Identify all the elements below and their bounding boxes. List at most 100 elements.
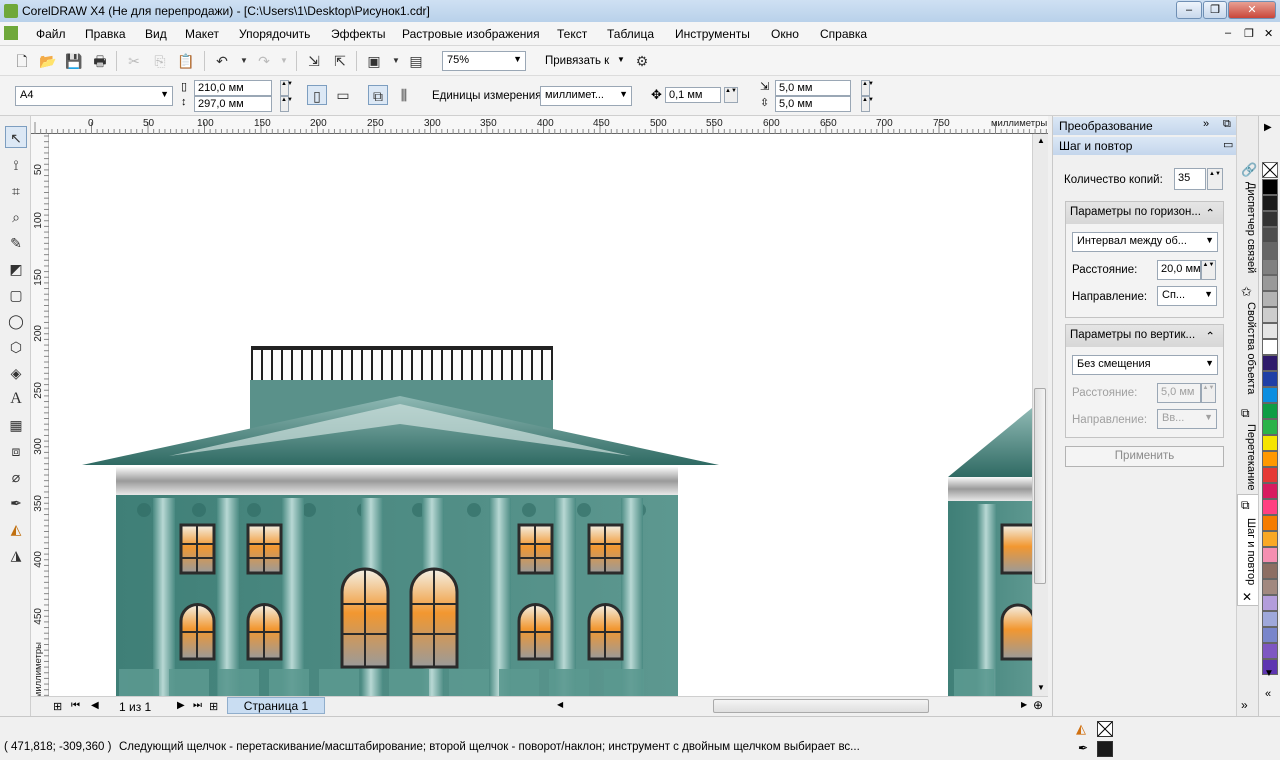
tab-link-manager[interactable]: Диспетчер связей (1239, 182, 1257, 273)
color-swatch[interactable] (1262, 403, 1278, 419)
close-button[interactable]: ✕ (1228, 1, 1276, 19)
interactive-blend-icon[interactable]: ⧈ (5, 440, 27, 462)
nudge-spinner[interactable]: ▲▼ (724, 87, 738, 103)
menu-view[interactable]: Вид (145, 27, 167, 41)
drawing-canvas[interactable] (49, 134, 1032, 696)
first-page-icon[interactable]: ⏮ (71, 700, 80, 711)
width-spinner[interactable]: ▲▼ (280, 80, 293, 96)
zoom-combo[interactable]: 75% ▼ (442, 51, 526, 71)
vertical-scrollbar[interactable]: ▲ ▼ (1032, 134, 1048, 696)
no-color-swatch[interactable] (1262, 162, 1278, 178)
tabs-close-icon[interactable]: ✕ (1242, 590, 1252, 604)
tab-step-repeat[interactable]: Шаг и повтор (1239, 518, 1257, 585)
welcome-screen-icon[interactable]: ▤ (406, 51, 426, 71)
scroll-down-icon[interactable]: ▼ (1037, 683, 1045, 692)
menu-help[interactable]: Справка (820, 27, 867, 41)
fill-tool-icon[interactable]: ◭ (5, 518, 27, 540)
navigator-icon[interactable]: ⊕ (1033, 698, 1043, 712)
open-icon[interactable]: 📂 (38, 51, 58, 71)
color-swatch[interactable] (1262, 515, 1278, 531)
v-distance-spinner[interactable]: ▲▼ (1201, 383, 1216, 403)
tab-blend[interactable]: Перетекание (1239, 424, 1257, 490)
scroll-up-icon[interactable]: ▲ (1037, 136, 1045, 145)
color-swatch[interactable] (1262, 531, 1278, 547)
undo-dropdown-icon[interactable]: ▼ (234, 51, 254, 71)
collapse-icon[interactable]: ⌃ (1205, 206, 1215, 220)
portrait-icon[interactable]: ▯ (307, 85, 327, 105)
table-tool-icon[interactable]: ▦ (5, 414, 27, 436)
vertical-ruler[interactable]: 50 100 150 200 250 300 350 400 450 милли… (31, 134, 49, 698)
vscroll-thumb[interactable] (1034, 388, 1046, 584)
v-distance-input[interactable]: 5,0 мм (1157, 383, 1201, 403)
crop-tool-icon[interactable]: ⌗ (5, 180, 27, 202)
palette-expand-icon[interactable]: « (1265, 688, 1271, 700)
polygon-tool-icon[interactable]: ⬡ (5, 336, 27, 358)
color-swatch[interactable] (1262, 547, 1278, 563)
options-icon[interactable]: ⚙ (632, 51, 652, 71)
add-page-after-icon[interactable]: ⊞ (209, 700, 218, 713)
vertical-group-title[interactable]: Параметры по вертик... ⌃ (1066, 325, 1223, 347)
color-swatch[interactable] (1262, 259, 1278, 275)
outline-swatch[interactable] (1097, 741, 1113, 757)
hscroll-right-icon[interactable]: ▶ (1021, 700, 1027, 709)
menu-arrange[interactable]: Упорядочить (239, 27, 310, 41)
tabs-expand-icon[interactable]: » (1241, 698, 1248, 712)
panel-minimize-icon[interactable]: ▭ (1223, 138, 1233, 151)
color-swatch[interactable] (1262, 195, 1278, 211)
color-swatch[interactable] (1262, 211, 1278, 227)
duplicate-x-input[interactable]: 5,0 мм (775, 80, 851, 96)
copies-input[interactable]: 35 (1174, 168, 1206, 190)
fill-swatch[interactable] (1097, 721, 1113, 737)
palette-scroll-down-icon[interactable]: ▼ (1264, 668, 1274, 679)
app-launcher-icon[interactable]: ▣ (364, 51, 384, 71)
menu-text[interactable]: Текст (557, 27, 587, 41)
dup-y-spinner[interactable]: ▲▼ (861, 96, 874, 112)
menu-effects[interactable]: Эффекты (331, 27, 386, 41)
palette-scroll-up-icon[interactable]: ▶ (1264, 122, 1272, 133)
color-swatch[interactable] (1262, 243, 1278, 259)
menu-layout[interactable]: Макет (185, 27, 219, 41)
hscroll-left-icon[interactable]: ◀ (557, 700, 563, 709)
landscape-icon[interactable]: ▭ (333, 85, 353, 105)
hscroll-thumb[interactable] (713, 699, 929, 713)
duplicate-y-input[interactable]: 5,0 мм (775, 96, 851, 112)
docker-expand-icon[interactable]: » (1203, 118, 1209, 130)
color-swatch[interactable] (1262, 307, 1278, 323)
h-direction-combo[interactable]: Сп... ▼ (1157, 286, 1217, 306)
color-swatch[interactable] (1262, 275, 1278, 291)
export-icon[interactable]: ⇱ (330, 51, 350, 71)
smart-fill-icon[interactable]: ◩ (5, 258, 27, 280)
menu-file[interactable]: Файл (36, 27, 66, 41)
color-swatch[interactable] (1262, 179, 1278, 195)
new-icon[interactable]: 🗋 (12, 51, 32, 71)
h-distance-input[interactable]: 20,0 мм (1157, 260, 1201, 280)
color-swatch[interactable] (1262, 355, 1278, 371)
color-swatch[interactable] (1262, 419, 1278, 435)
snap-to-button[interactable]: Привязать к (545, 55, 609, 67)
zoom-tool-icon[interactable]: ⌕ (5, 206, 27, 228)
print-icon[interactable]: 🖶 (90, 51, 110, 71)
pick-tool-icon[interactable]: ↖ (5, 126, 27, 148)
freehand-tool-icon[interactable]: ✎ (5, 232, 27, 254)
menu-bitmaps[interactable]: Растровые изображения (402, 27, 540, 41)
color-swatch[interactable] (1262, 371, 1278, 387)
menu-table[interactable]: Таблица (607, 27, 654, 41)
text-tool-icon[interactable]: A (5, 388, 27, 410)
last-page-icon[interactable]: ⏭ (193, 700, 202, 711)
cut-icon[interactable]: ✂ (124, 51, 144, 71)
redo-dropdown-icon[interactable]: ▼ (274, 51, 294, 71)
page-height-input[interactable]: 297,0 мм (194, 96, 272, 112)
menu-edit[interactable]: Правка (85, 27, 126, 41)
color-swatch[interactable] (1262, 339, 1278, 355)
outline-tool-icon[interactable]: ✒ (5, 492, 27, 514)
basic-shapes-icon[interactable]: ◈ (5, 362, 27, 384)
import-icon[interactable]: ⇲ (304, 51, 324, 71)
color-swatch[interactable] (1262, 499, 1278, 515)
copy-icon[interactable]: ⎘ (150, 51, 170, 71)
interactive-fill-icon[interactable]: ◮ (5, 544, 27, 566)
color-swatch[interactable] (1262, 611, 1278, 627)
snap-dropdown-icon[interactable]: ▼ (617, 55, 625, 64)
height-spinner[interactable]: ▲▼ (280, 96, 293, 112)
docker-float-icon[interactable]: ⧉ (1223, 118, 1231, 131)
page-size-combo[interactable]: A4 ▼ (15, 86, 173, 106)
